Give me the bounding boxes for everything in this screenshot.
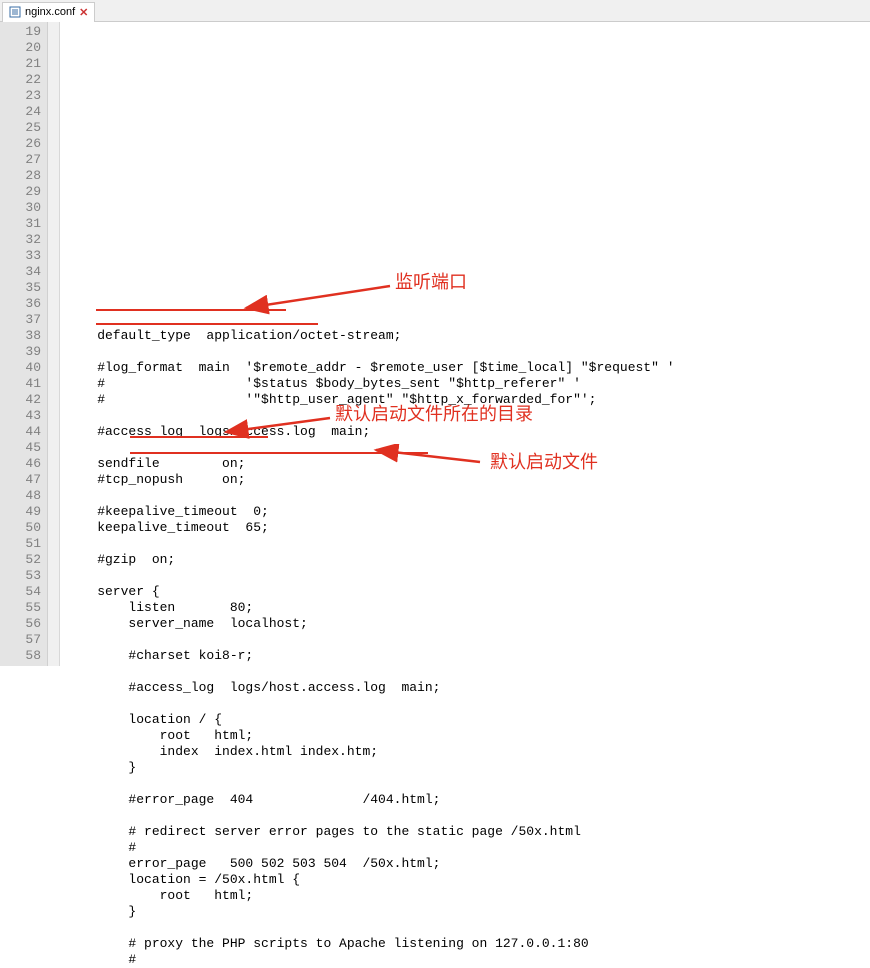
line-number: 20 (0, 40, 41, 56)
code-line: #access_log logs/host.access.log main; (66, 680, 870, 696)
line-number: 55 (0, 600, 41, 616)
line-number: 48 (0, 488, 41, 504)
line-number: 38 (0, 328, 41, 344)
annotation-default-dir: 默认启动文件所在的目录 (335, 406, 533, 422)
code-line: # redirect server error pages to the sta… (66, 824, 870, 840)
line-number: 40 (0, 360, 41, 376)
tab-bar: nginx.conf ✕ (0, 0, 870, 22)
code-line (66, 632, 870, 648)
code-area[interactable]: 监听端口 默认启动文件所在的目录 默认启动文件 default_type app… (60, 22, 870, 666)
line-number: 41 (0, 376, 41, 392)
code-line: root html; (66, 728, 870, 744)
line-number: 57 (0, 632, 41, 648)
line-number: 28 (0, 168, 41, 184)
code-line: location / { (66, 712, 870, 728)
code-line: server { (66, 584, 870, 600)
code-line: listen 80; (66, 600, 870, 616)
line-number: 43 (0, 408, 41, 424)
line-number: 31 (0, 216, 41, 232)
line-number: 29 (0, 184, 41, 200)
code-line: error_page 500 502 503 504 /50x.html; (66, 856, 870, 872)
line-number: 19 (0, 24, 41, 40)
line-number: 50 (0, 520, 41, 536)
line-number: 52 (0, 552, 41, 568)
code-line: #error_page 404 /404.html; (66, 792, 870, 808)
line-number: 58 (0, 648, 41, 664)
arrow-listen (240, 280, 400, 318)
line-number: 34 (0, 264, 41, 280)
line-number: 36 (0, 296, 41, 312)
line-number: 45 (0, 440, 41, 456)
code-line (66, 696, 870, 712)
tab-filename: nginx.conf (25, 6, 75, 18)
line-number: 26 (0, 136, 41, 152)
line-number: 21 (0, 56, 41, 72)
fold-margin (48, 22, 60, 666)
line-number: 54 (0, 584, 41, 600)
code-line: keepalive_timeout 65; (66, 520, 870, 536)
code-line: root html; (66, 888, 870, 904)
code-line: #log_format main '$remote_addr - $remote… (66, 360, 870, 376)
annotation-listen-port: 监听端口 (395, 274, 467, 290)
editor-container: 1920212223242526272829303132333435363738… (0, 22, 870, 666)
line-number: 22 (0, 72, 41, 88)
code-line (66, 776, 870, 792)
line-number: 46 (0, 456, 41, 472)
code-line (66, 488, 870, 504)
line-number: 42 (0, 392, 41, 408)
line-number: 47 (0, 472, 41, 488)
code-line: # proxy the PHP scripts to Apache listen… (66, 936, 870, 952)
line-number: 30 (0, 200, 41, 216)
code-line (66, 920, 870, 936)
code-line: # (66, 952, 870, 968)
code-line: # '$status $body_bytes_sent "$http_refer… (66, 376, 870, 392)
code-line (66, 808, 870, 824)
line-number: 56 (0, 616, 41, 632)
code-line: #gzip on; (66, 552, 870, 568)
code-line (66, 344, 870, 360)
code-line: # (66, 840, 870, 856)
code-line (66, 536, 870, 552)
line-number: 37 (0, 312, 41, 328)
code-line: #charset koi8-r; (66, 648, 870, 664)
underline-server-name (96, 323, 318, 325)
code-line: default_type application/octet-stream; (66, 328, 870, 344)
code-line: #tcp_nopush on; (66, 472, 870, 488)
code-line: #keepalive_timeout 0; (66, 504, 870, 520)
code-line (66, 664, 870, 680)
line-number: 44 (0, 424, 41, 440)
line-number: 23 (0, 88, 41, 104)
line-number: 53 (0, 568, 41, 584)
code-line: location = /50x.html { (66, 872, 870, 888)
line-number-gutter: 1920212223242526272829303132333435363738… (0, 22, 48, 666)
line-number: 39 (0, 344, 41, 360)
file-icon (9, 6, 21, 18)
code-line: } (66, 904, 870, 920)
line-number: 51 (0, 536, 41, 552)
code-line: server_name localhost; (66, 616, 870, 632)
line-number: 32 (0, 232, 41, 248)
line-number: 33 (0, 248, 41, 264)
line-number: 49 (0, 504, 41, 520)
tab-close-icon[interactable]: ✕ (79, 6, 88, 19)
code-line: index index.html index.htm; (66, 744, 870, 760)
line-number: 24 (0, 104, 41, 120)
code-line: } (66, 760, 870, 776)
arrow-index (370, 444, 490, 472)
line-number: 35 (0, 280, 41, 296)
arrow-root (220, 410, 340, 440)
annotation-default-file: 默认启动文件 (490, 454, 598, 470)
line-number: 27 (0, 152, 41, 168)
line-number: 25 (0, 120, 41, 136)
file-tab[interactable]: nginx.conf ✕ (2, 2, 95, 22)
code-line (66, 568, 870, 584)
